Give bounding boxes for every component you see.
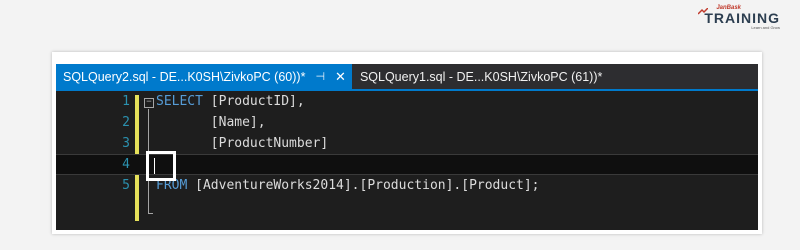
- tab-sqlquery1[interactable]: SQLQuery1.sql - DE...K0SH\ZivkoPC (61))*: [352, 64, 610, 89]
- code-text: FROM [AdventureWorks2014].[Production].[…: [156, 175, 540, 196]
- query-editor[interactable]: − 1 SELECT [ProductID], 2 [Name], 3 [Pro…: [56, 91, 758, 230]
- code-text: SELECT [ProductID],: [156, 91, 305, 112]
- sql-keyword: SELECT: [156, 94, 203, 109]
- sql-text: [AdventureWorks2014].[Production].[Produ…: [187, 178, 540, 193]
- line-number: 4: [122, 157, 130, 172]
- ssms-window: SQLQuery2.sql - DE...K0SH\ZivkoPC (60))*…: [52, 52, 762, 234]
- tab-sqlquery2[interactable]: SQLQuery2.sql - DE...K0SH\ZivkoPC (60))*…: [56, 64, 352, 89]
- code-line[interactable]: 2 [Name],: [56, 112, 758, 133]
- pin-icon[interactable]: ⊣: [315, 70, 325, 83]
- line-number: 1: [122, 94, 130, 109]
- logo-big-text: TRAINING: [704, 10, 780, 26]
- text-caret: [154, 158, 155, 174]
- logo-mark-icon: [698, 8, 709, 15]
- code-text: [Name],: [156, 112, 266, 133]
- outline-end: [148, 213, 153, 214]
- logo-small-text: JanBask: [716, 5, 742, 11]
- line-number: 5: [122, 178, 130, 193]
- code-line[interactable]: 1 SELECT [ProductID],: [56, 91, 758, 112]
- sql-text: [ProductID],: [202, 94, 305, 109]
- line-number: 2: [122, 115, 130, 130]
- document-tab-bar: SQLQuery2.sql - DE...K0SH\ZivkoPC (60))*…: [56, 64, 758, 91]
- sql-text: [ProductNumber]: [156, 136, 329, 151]
- line-number: 3: [122, 136, 130, 151]
- close-icon[interactable]: ✕: [335, 69, 346, 85]
- sql-text: [Name],: [156, 115, 266, 130]
- tab-sqlquery1-label: SQLQuery1.sql - DE...K0SH\ZivkoPC (61))*: [359, 69, 603, 84]
- janbask-training-logo: JanBask TRAINING Learn and Grow: [698, 5, 780, 30]
- code-text: [ProductNumber]: [156, 133, 328, 154]
- tab-sqlquery2-label: SQLQuery2.sql - DE...K0SH\ZivkoPC (60))*: [63, 69, 306, 84]
- cursor-highlight-box: [146, 151, 176, 181]
